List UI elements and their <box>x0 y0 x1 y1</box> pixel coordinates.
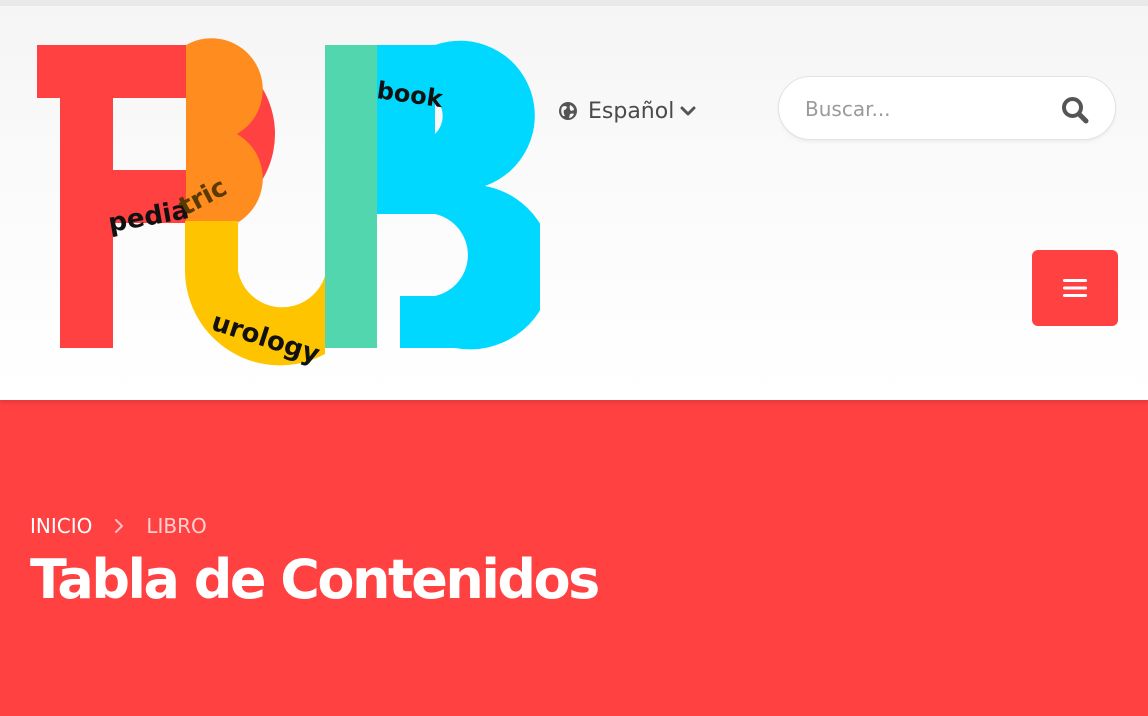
chevron-right-icon <box>115 519 124 533</box>
search-icon[interactable] <box>1061 96 1089 124</box>
search-input[interactable] <box>803 91 1047 127</box>
globe-icon <box>559 102 577 120</box>
pub-logo[interactable]: pedia tric urology book <box>30 36 540 376</box>
page-hero: INICIO LIBRO Tabla de Contenidos <box>0 400 1148 716</box>
breadcrumb: INICIO LIBRO <box>30 514 207 538</box>
breadcrumb-home-link[interactable]: INICIO <box>30 514 92 538</box>
site-header: pedia tric urology book Español <box>0 6 1148 400</box>
language-label: Español <box>588 98 675 124</box>
search-box <box>778 76 1116 140</box>
chevron-down-icon <box>680 106 696 116</box>
menu-button[interactable] <box>1032 250 1118 326</box>
language-selector[interactable]: Español <box>558 94 696 128</box>
breadcrumb-current: LIBRO <box>146 514 207 538</box>
hamburger-menu-icon <box>1063 279 1087 297</box>
page-title: Tabla de Contenidos <box>30 548 600 611</box>
